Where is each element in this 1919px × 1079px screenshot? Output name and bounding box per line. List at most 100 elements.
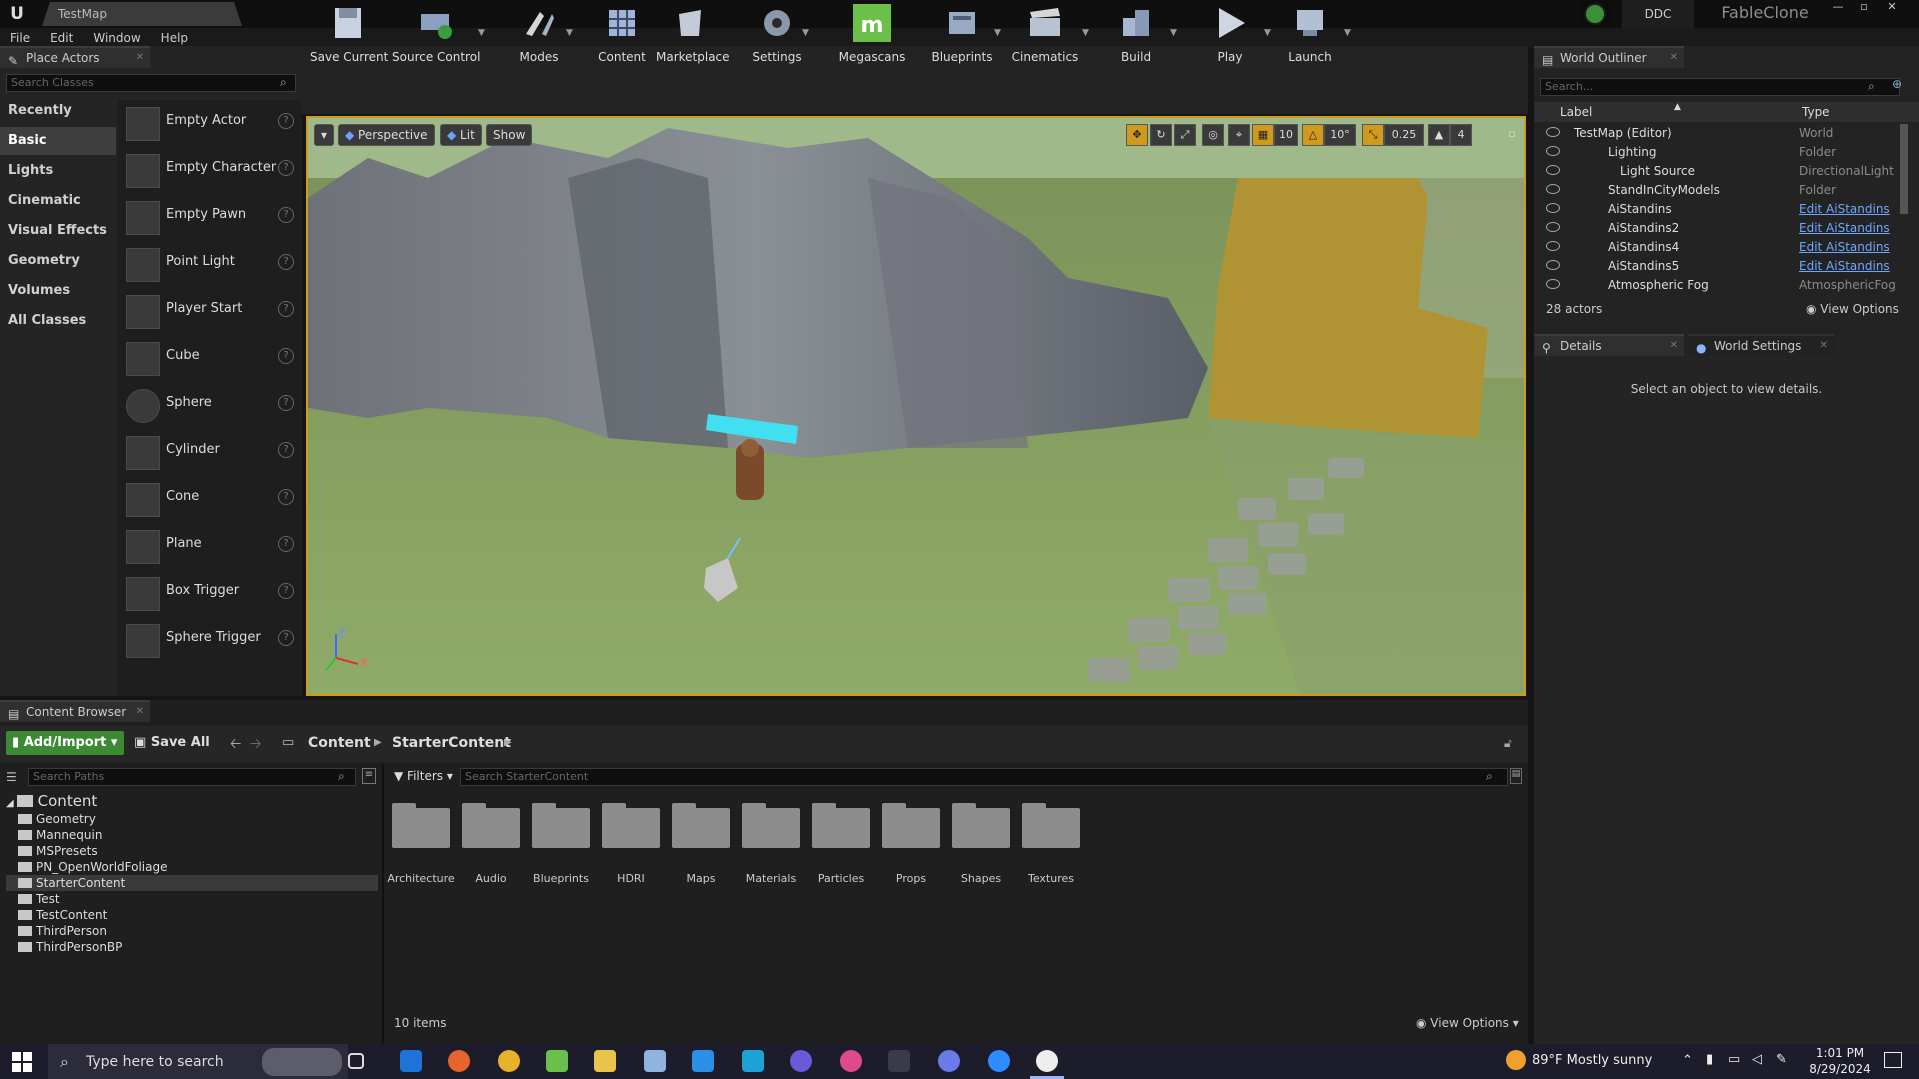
category-basic[interactable]: Basic xyxy=(0,127,116,155)
outliner-view-options-button[interactable]: ◉ View Options xyxy=(1806,302,1899,316)
actor-item[interactable]: Cylinder? xyxy=(118,428,302,474)
surface-snap-icon[interactable]: ⌖ xyxy=(1228,124,1250,146)
category-geometry[interactable]: Geometry xyxy=(0,247,116,275)
browser-icon[interactable] xyxy=(790,1050,812,1072)
task-view-icon[interactable] xyxy=(348,1053,364,1069)
tab-world-outliner[interactable]: ▤ World Outliner ✕ xyxy=(1534,46,1684,68)
outliner-row[interactable]: AiStandins Edit AiStandins xyxy=(1534,200,1904,219)
show-button[interactable]: Show xyxy=(486,124,533,146)
edit-blueprint-link[interactable]: Edit AiStandins xyxy=(1799,221,1890,235)
grid-snap-icon[interactable]: ▦ xyxy=(1252,124,1274,146)
visibility-eye-icon[interactable] xyxy=(1546,203,1560,213)
source-control-button[interactable]: Source Control ▼ xyxy=(392,0,485,68)
visibility-eye-icon[interactable] xyxy=(1546,222,1560,232)
github-icon[interactable] xyxy=(888,1050,910,1072)
microphone-icon[interactable]: ▮ xyxy=(1706,1052,1713,1067)
visibility-eye-icon[interactable] xyxy=(1546,146,1560,156)
translate-tool-icon[interactable]: ✥ xyxy=(1126,124,1148,146)
play-button[interactable]: Play ▼ xyxy=(1200,0,1271,68)
scale-snap-value[interactable]: 0.25 xyxy=(1384,124,1424,146)
breadcrumb-separator-icon[interactable]: ▶ xyxy=(504,737,512,748)
outliner-row[interactable]: AiStandins5 Edit AiStandins xyxy=(1534,257,1904,276)
close-icon[interactable]: ✕ xyxy=(1820,336,1828,356)
grid-snap-value[interactable]: 10 xyxy=(1274,124,1298,146)
tab-content-browser[interactable]: ▤ Content Browser ✕ xyxy=(0,700,150,722)
weather-text[interactable]: 89°F Mostly sunny xyxy=(1532,1053,1652,1068)
modes-button[interactable]: Modes ▼ xyxy=(508,0,573,68)
sources-toggle-icon[interactable]: ☰ xyxy=(6,770,17,784)
scale-tool-icon[interactable]: ⤢ xyxy=(1174,124,1196,146)
save-search-icon[interactable]: ▤ xyxy=(1510,768,1522,784)
search-classes-input[interactable]: Search Classes xyxy=(6,74,296,92)
volume-icon[interactable]: ◁ xyxy=(1752,1052,1762,1067)
filters-button[interactable]: ▼ Filters ▾ xyxy=(394,769,453,783)
actor-item[interactable]: Sphere? xyxy=(118,381,302,427)
help-icon[interactable]: ? xyxy=(278,536,294,552)
save-all-button[interactable]: ▣ Save All xyxy=(134,735,210,750)
minimize-button[interactable]: — xyxy=(1826,0,1850,16)
tab-world-settings[interactable]: ● World Settings ✕ xyxy=(1688,334,1834,356)
world-local-icon[interactable]: ◎ xyxy=(1202,124,1224,146)
tree-item-mannequin[interactable]: Mannequin xyxy=(6,827,378,843)
menu-file[interactable]: File xyxy=(0,28,40,48)
outliner-row[interactable]: TestMap (Editor) World xyxy=(1534,124,1904,143)
actor-item[interactable]: Empty Pawn? xyxy=(118,193,302,239)
help-icon[interactable]: ? xyxy=(278,489,294,505)
tree-item-startercontent[interactable]: StarterContent xyxy=(6,875,378,891)
clock-time[interactable]: 1:01 PM xyxy=(1800,1046,1880,1060)
actor-item[interactable]: Box Trigger? xyxy=(118,569,302,615)
help-icon[interactable]: ? xyxy=(278,113,294,129)
chevron-down-icon[interactable]: ▼ xyxy=(478,28,485,38)
tree-item-thirdpersonbp[interactable]: ThirdPersonBP xyxy=(6,939,378,955)
chevron-down-icon[interactable]: ▼ xyxy=(802,28,809,38)
visibility-eye-icon[interactable] xyxy=(1546,241,1560,251)
actor-item[interactable]: Player Start? xyxy=(118,287,302,333)
actor-item[interactable]: Cone? xyxy=(118,475,302,521)
source-control-status-icon[interactable] xyxy=(1580,1,1610,27)
settings-button[interactable]: Settings ▼ xyxy=(744,0,810,68)
list-options-icon[interactable]: ≡ xyxy=(362,768,376,784)
menu-edit[interactable]: Edit xyxy=(40,28,83,48)
add-import-button[interactable]: ▮ Add/Import ▾ xyxy=(6,731,124,755)
visibility-eye-icon[interactable] xyxy=(1546,127,1560,137)
menu-help[interactable]: Help xyxy=(151,28,198,48)
actor-item[interactable]: Point Light? xyxy=(118,240,302,286)
help-icon[interactable]: ? xyxy=(278,301,294,317)
tree-item-mspresets[interactable]: MSPresets xyxy=(6,843,378,859)
chevron-down-icon[interactable]: ▼ xyxy=(994,28,1001,38)
visibility-eye-icon[interactable] xyxy=(1546,165,1560,175)
notifications-icon[interactable] xyxy=(1884,1052,1902,1068)
chevron-down-icon[interactable]: ▼ xyxy=(1264,28,1271,38)
help-icon[interactable]: ? xyxy=(278,630,294,646)
store-icon[interactable] xyxy=(400,1050,422,1072)
category-cinematic[interactable]: Cinematic xyxy=(0,187,116,215)
level-viewport[interactable]: Z X ▾ ◆ Perspective ◆ Lit Show ✥ ↻ ⤢ ◎ ⌖… xyxy=(306,116,1526,696)
actor-item[interactable]: Cube? xyxy=(118,334,302,380)
cinematics-button[interactable]: Cinematics ▼ xyxy=(1010,0,1089,68)
discord-icon[interactable] xyxy=(938,1050,960,1072)
rotation-snap-value[interactable]: 10° xyxy=(1324,124,1356,146)
vscode-icon[interactable] xyxy=(692,1050,714,1072)
add-filter-icon[interactable]: ⊕ xyxy=(1892,77,1902,91)
back-arrow-icon[interactable]: 🡠 xyxy=(230,733,241,757)
search-paths-input[interactable]: Search Paths xyxy=(28,768,356,786)
launch-button[interactable]: Launch ▼ xyxy=(1278,0,1351,68)
column-label[interactable]: Label xyxy=(1560,105,1592,119)
git-client-icon[interactable] xyxy=(546,1050,568,1072)
save-current-button[interactable]: Save Current xyxy=(310,0,388,68)
splitter[interactable] xyxy=(382,764,384,1044)
file-explorer-icon[interactable] xyxy=(594,1050,616,1072)
chevron-down-icon[interactable]: ▼ xyxy=(566,28,573,38)
lit-button[interactable]: ◆ Lit xyxy=(440,124,482,146)
viewport-options-button[interactable]: ▾ xyxy=(314,124,334,146)
edit-blueprint-link[interactable]: Edit AiStandins xyxy=(1799,240,1890,254)
help-icon[interactable]: ? xyxy=(278,160,294,176)
chevron-down-icon[interactable]: ▼ xyxy=(1170,28,1177,38)
category-volumes[interactable]: Volumes xyxy=(0,277,116,305)
actor-item[interactable]: Plane? xyxy=(118,522,302,568)
forward-arrow-icon[interactable]: 🡢 xyxy=(250,733,261,757)
breadcrumb-startercontent[interactable]: StarterContent xyxy=(392,735,511,751)
tree-item-thirdperson[interactable]: ThirdPerson xyxy=(6,923,378,939)
maximize-viewport-icon[interactable]: ▫ xyxy=(1504,124,1520,146)
windows-start-icon[interactable] xyxy=(12,1052,32,1072)
